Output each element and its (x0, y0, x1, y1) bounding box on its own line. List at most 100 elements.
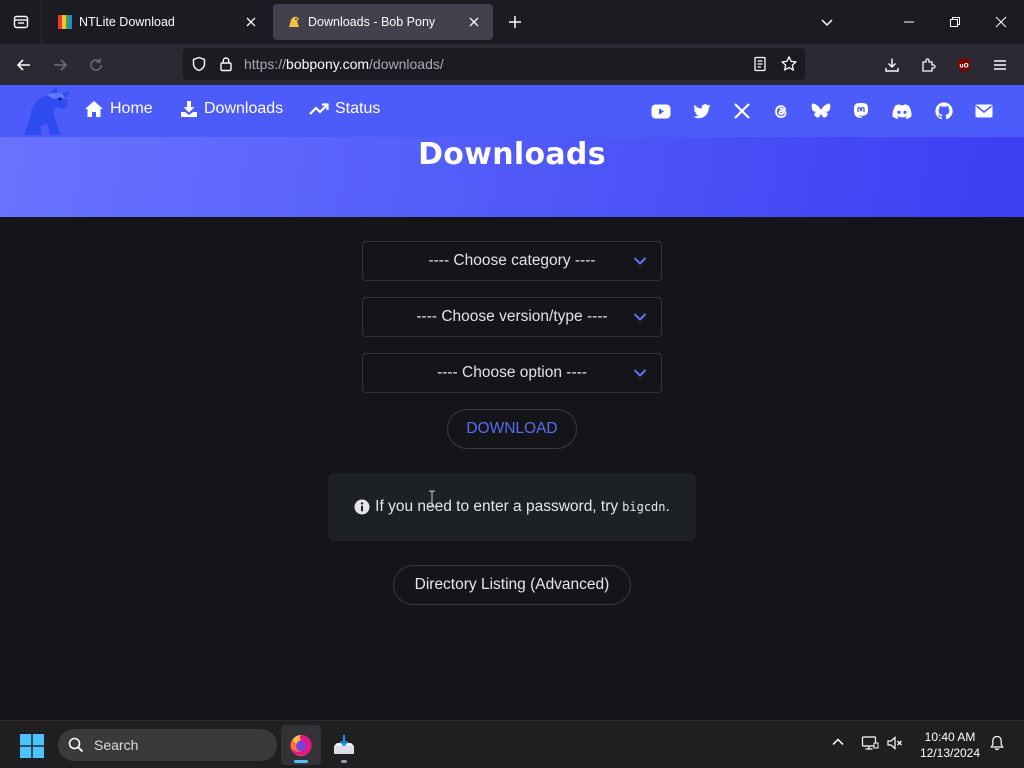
nav-home-label: Home (110, 100, 153, 117)
new-tab-button[interactable] (503, 10, 527, 34)
extensions-button[interactable] (913, 50, 943, 80)
nav-status-link[interactable]: Status (309, 100, 380, 118)
volume-muted-icon[interactable] (886, 735, 904, 751)
search-icon (68, 737, 84, 753)
arrow-left-icon (16, 59, 30, 71)
home-icon (85, 101, 103, 117)
category-select-value: ---- Choose category ---- (428, 252, 596, 269)
navigation-toolbar: https://bobpony.com/downloads/ uO (0, 44, 1024, 85)
download-icon (885, 58, 899, 72)
tab-ntlite-download[interactable]: NTLite Download (44, 4, 270, 40)
chevron-down-icon (821, 19, 833, 27)
url-path: /downloads/ (369, 56, 444, 72)
youtube-link[interactable] (651, 101, 671, 121)
installer-app-icon (334, 735, 354, 754)
url-scheme: https:// (244, 56, 287, 72)
site-navbar: Home Downloads Status (0, 85, 1024, 137)
restore-icon (950, 17, 960, 27)
network-icon[interactable] (861, 735, 879, 751)
option-select[interactable]: ---- Choose option ---- (362, 353, 662, 393)
show-hidden-icons-chevron-up-icon[interactable] (831, 735, 845, 749)
threads-icon (775, 104, 787, 118)
web-page: Home Downloads Status Downloads ---- Cho… (0, 85, 1024, 720)
tab-downloads-bob-pony[interactable]: Downloads - Bob Pony (273, 4, 493, 40)
active-app-indicator (294, 760, 308, 763)
email-icon (975, 104, 993, 118)
nav-home-link[interactable]: Home (84, 100, 153, 118)
back-button[interactable] (9, 50, 39, 80)
close-window-button[interactable] (978, 0, 1024, 44)
category-select[interactable]: ---- Choose category ---- (362, 241, 662, 281)
menu-button[interactable] (985, 50, 1015, 80)
running-app-indicator (341, 760, 347, 763)
close-tab-icon[interactable] (242, 13, 260, 31)
password-code: bigcdn (622, 500, 666, 514)
tab-list-button[interactable] (0, 0, 42, 44)
chevron-down-icon (633, 313, 647, 321)
taskbar-ntlite[interactable] (324, 725, 364, 765)
x-icon (734, 103, 750, 119)
page-title: Downloads (418, 137, 606, 172)
twitter-link[interactable] (692, 101, 712, 121)
lock-icon[interactable] (219, 56, 233, 72)
minimize-button[interactable] (886, 0, 932, 44)
mastodon-link[interactable] (851, 101, 871, 121)
svg-text:uO: uO (959, 63, 968, 70)
tab-strip: NTLite Download Downloads - Bob Pony (0, 0, 1024, 44)
tracking-protection-shield-icon[interactable] (191, 56, 207, 72)
search-label: Search (94, 737, 139, 753)
discord-link[interactable] (892, 101, 912, 121)
arrow-right-icon (54, 59, 68, 71)
trending-up-icon (309, 103, 329, 115)
version-type-select[interactable]: ---- Choose version/type ---- (362, 297, 662, 337)
bluesky-icon (811, 103, 831, 118)
twitter-icon (693, 103, 711, 118)
bobpony-logo-icon[interactable] (20, 87, 72, 137)
url-host: bobpony.com (286, 56, 370, 72)
directory-listing-button[interactable]: Directory Listing (Advanced) (393, 565, 631, 605)
windows-taskbar: Search 10:40 AM 12/13/2024 (0, 720, 1024, 768)
tab-title: Downloads - Bob Pony (308, 15, 436, 29)
taskbar-search-box[interactable]: Search (58, 729, 277, 761)
threads-link[interactable] (771, 101, 791, 121)
tab-title: NTLite Download (79, 15, 175, 29)
ublock-origin-icon: uO (958, 58, 970, 72)
restore-button[interactable] (932, 0, 978, 44)
password-notice: If you need to enter a password, try big… (328, 473, 696, 541)
clock-date: 12/13/2024 (919, 746, 981, 760)
mastodon-icon (853, 102, 868, 118)
chevron-down-icon (633, 369, 647, 377)
firefox-icon (290, 735, 312, 756)
reload-icon (90, 58, 102, 71)
list-all-tabs-button[interactable] (815, 10, 839, 34)
reload-button[interactable] (81, 50, 111, 80)
url-text[interactable]: https://bobpony.com/downloads/ (244, 56, 444, 72)
download-button[interactable]: DOWNLOAD (447, 409, 577, 449)
github-link[interactable] (934, 101, 954, 121)
reader-view-icon[interactable] (752, 56, 768, 72)
taskbar-firefox[interactable] (281, 725, 321, 765)
discord-icon (892, 103, 912, 119)
url-bar[interactable]: https://bobpony.com/downloads/ (183, 48, 805, 80)
bookmark-star-icon[interactable] (780, 55, 798, 73)
option-select-value: ---- Choose option ---- (437, 364, 587, 381)
notice-text: If you need to enter a password, try (375, 498, 619, 515)
nav-downloads-label: Downloads (204, 100, 284, 117)
email-link[interactable] (974, 101, 994, 121)
nav-downloads-link[interactable]: Downloads (180, 100, 283, 118)
taskbar-clock[interactable]: 10:40 AM 12/13/2024 (912, 729, 988, 761)
x-link[interactable] (732, 101, 752, 121)
notification-bell-icon[interactable] (989, 735, 1005, 751)
downloads-button[interactable] (877, 50, 907, 80)
hamburger-menu-icon (994, 60, 1006, 70)
ublock-origin-button[interactable]: uO (949, 50, 979, 80)
ntlite-favicon-icon (58, 15, 72, 29)
notice-end: . (665, 498, 670, 515)
forward-button[interactable] (45, 50, 75, 80)
bluesky-link[interactable] (811, 101, 831, 121)
close-tab-icon[interactable] (465, 13, 483, 31)
windows-start-icon[interactable] (20, 734, 44, 758)
bobpony-favicon-icon (289, 16, 299, 27)
clock-time: 10:40 AM (924, 730, 976, 744)
text-cursor-icon (429, 490, 435, 508)
